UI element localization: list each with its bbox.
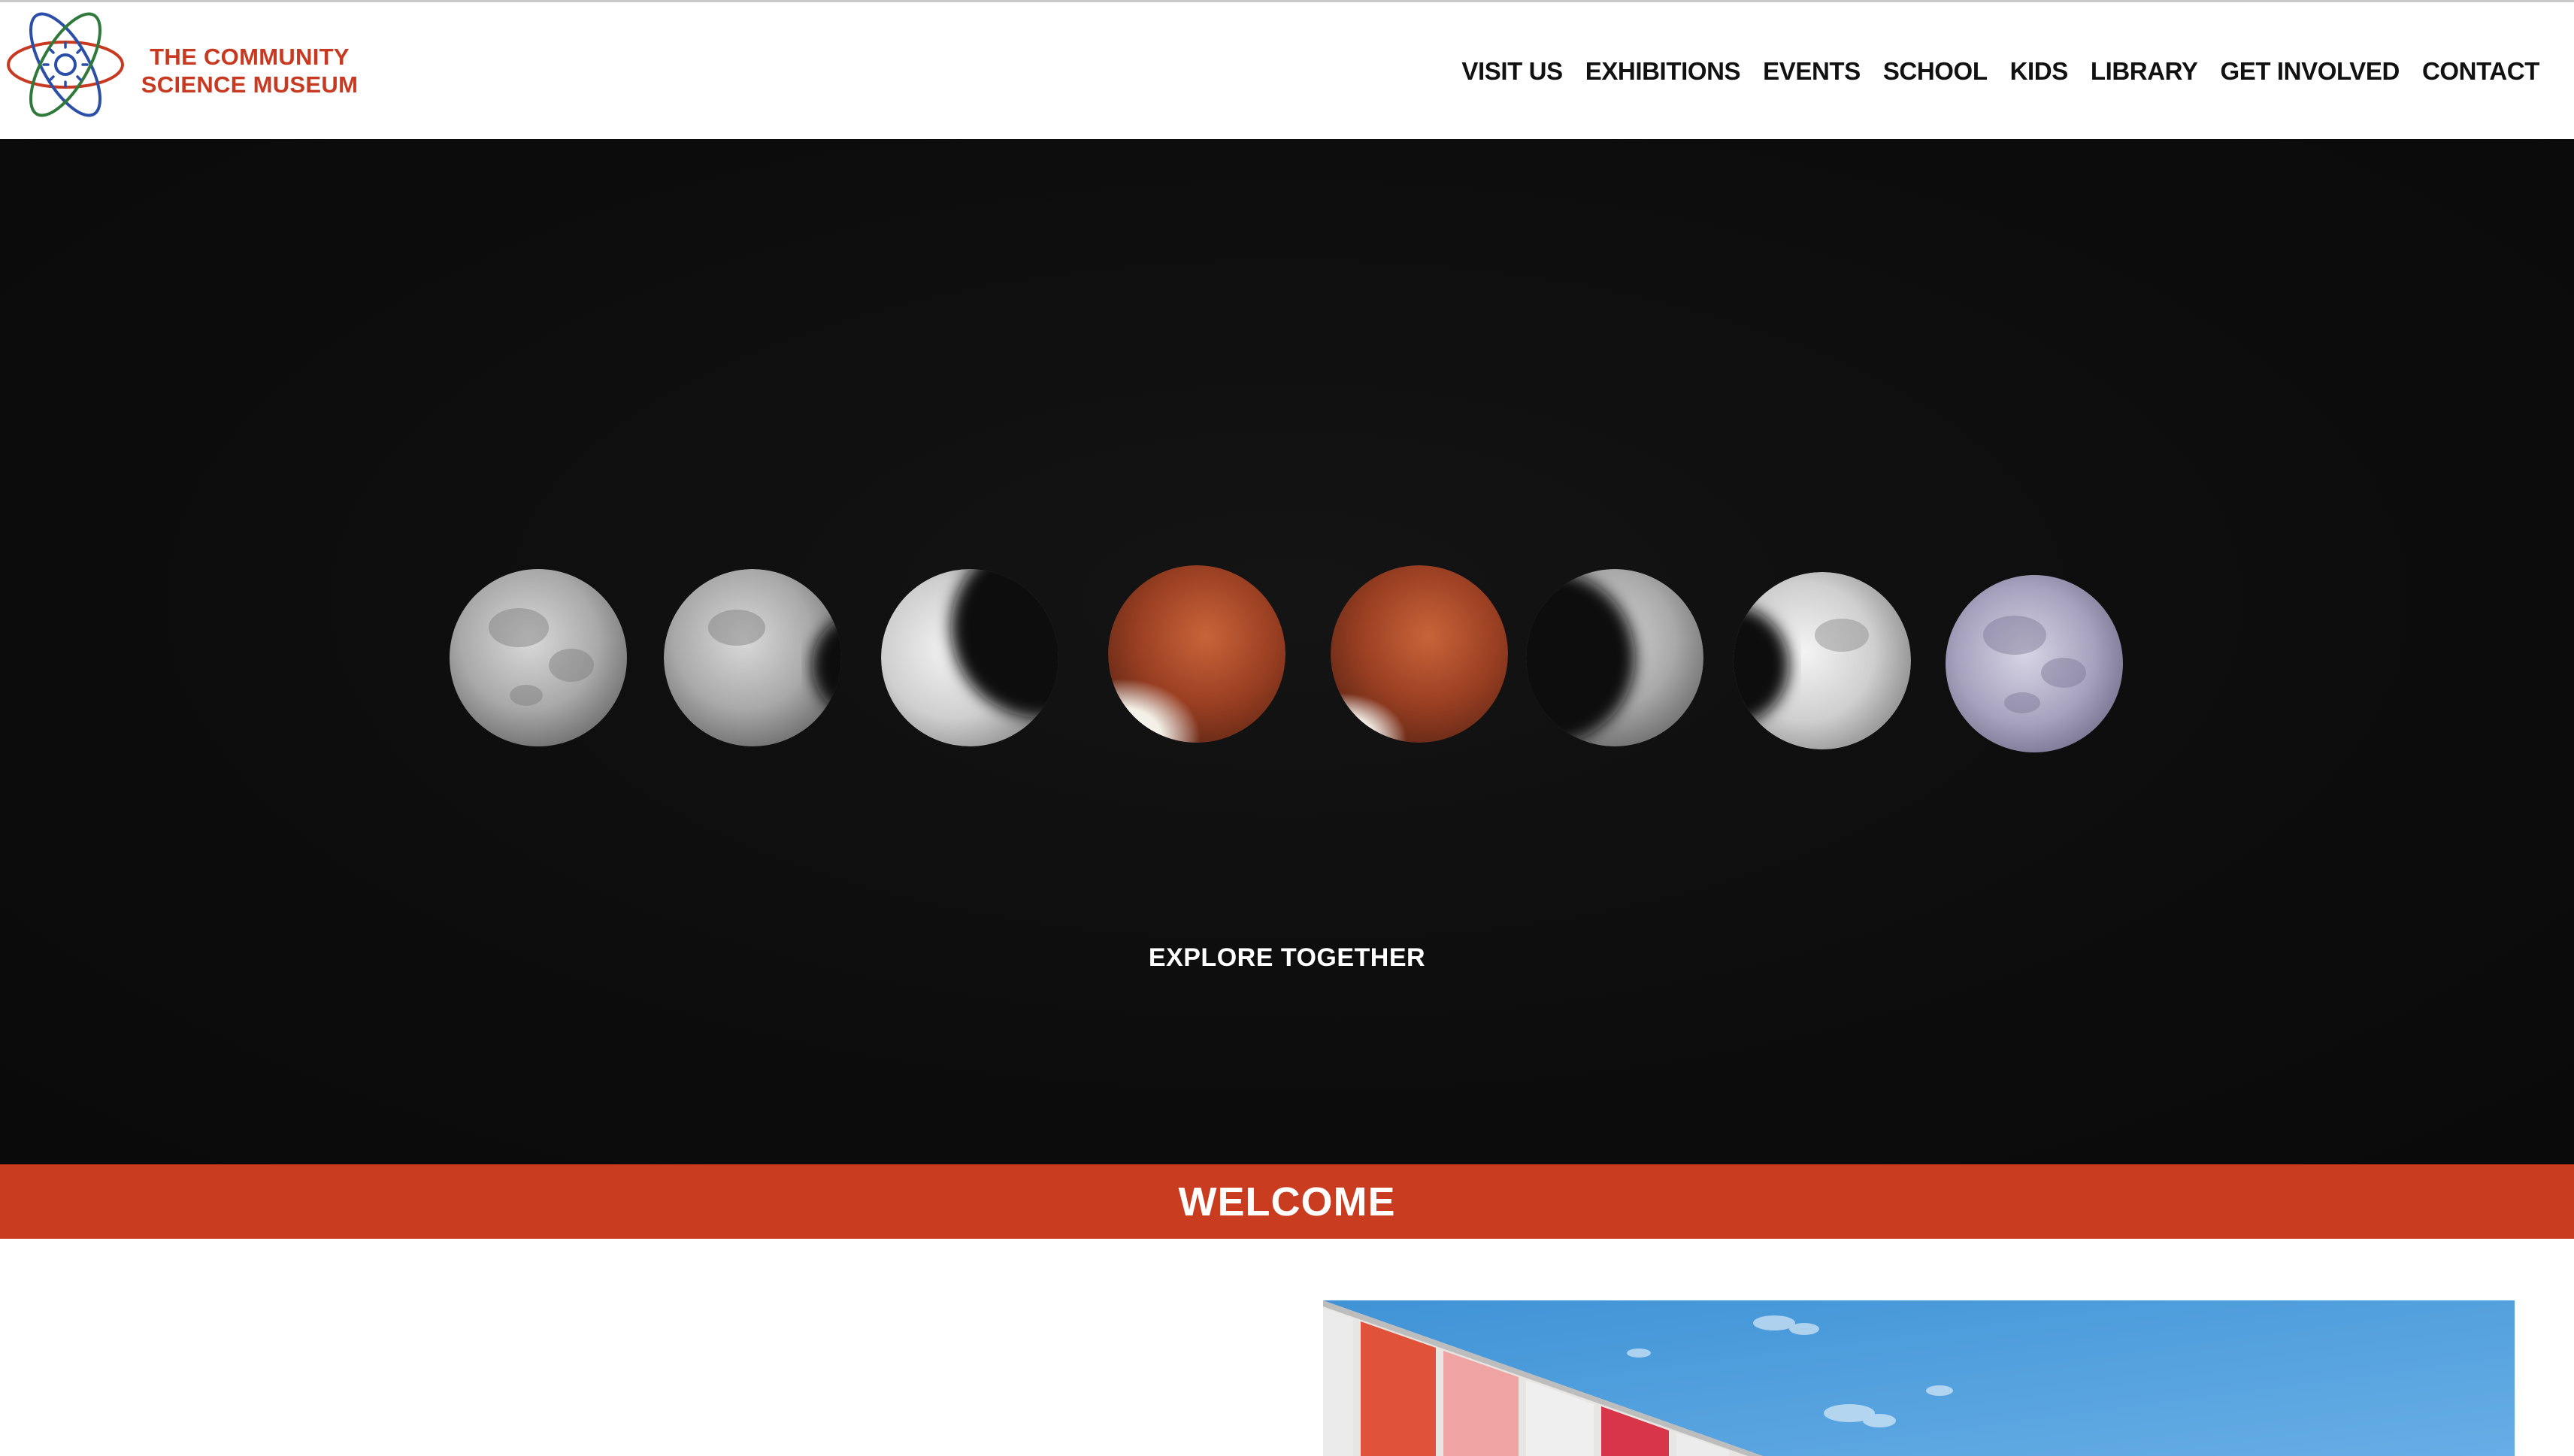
content-area xyxy=(0,1239,2574,1456)
nav-item-contact[interactable]: CONTACT xyxy=(2422,57,2539,86)
nav-item-school[interactable]: SCHOOL xyxy=(1883,57,1988,86)
site-name-line1: THE COMMUNITY xyxy=(150,44,350,70)
nav-item-exhibitions[interactable]: EXHIBITIONS xyxy=(1585,57,1741,86)
hero-tagline: EXPLORE TOGETHER xyxy=(1148,943,1426,972)
moon-phase-4 xyxy=(1108,565,1285,743)
nav-item-events[interactable]: EVENTS xyxy=(1763,57,1861,86)
atom-sun-icon xyxy=(7,12,124,117)
nav-item-visit-us[interactable]: VISIT US xyxy=(1461,57,1563,86)
site-name-line2: SCIENCE MUSEUM xyxy=(141,71,359,98)
moon-phase-7 xyxy=(1734,572,1911,749)
welcome-heading: WELCOME xyxy=(1178,1179,1396,1224)
site-name: THE COMMUNITY SCIENCE MUSEUM xyxy=(137,43,362,98)
nav-item-get-involved[interactable]: GET INVOLVED xyxy=(2220,57,2400,86)
site-header: THE COMMUNITY SCIENCE MUSEUM VISIT US EX… xyxy=(0,2,2574,139)
moon-phase-8 xyxy=(1946,575,2123,752)
moon-phase-5 xyxy=(1331,565,1508,743)
hero-banner: EXPLORE TOGETHER xyxy=(0,139,2574,1164)
lunar-eclipse-image xyxy=(450,565,2123,752)
nav-item-library[interactable]: LIBRARY xyxy=(2091,57,2198,86)
moon-phase-2 xyxy=(664,569,841,746)
museum-building-image xyxy=(1323,1300,2515,1456)
site-logo-link[interactable]: THE COMMUNITY SCIENCE MUSEUM xyxy=(5,8,358,121)
moon-phase-3 xyxy=(881,569,1058,746)
moon-phase-1 xyxy=(450,569,627,746)
nav-item-kids[interactable]: KIDS xyxy=(2010,57,2069,86)
welcome-banner: WELCOME xyxy=(0,1164,2574,1239)
main-nav: VISIT US EXHIBITIONS EVENTS SCHOOL KIDS … xyxy=(1461,55,2539,88)
